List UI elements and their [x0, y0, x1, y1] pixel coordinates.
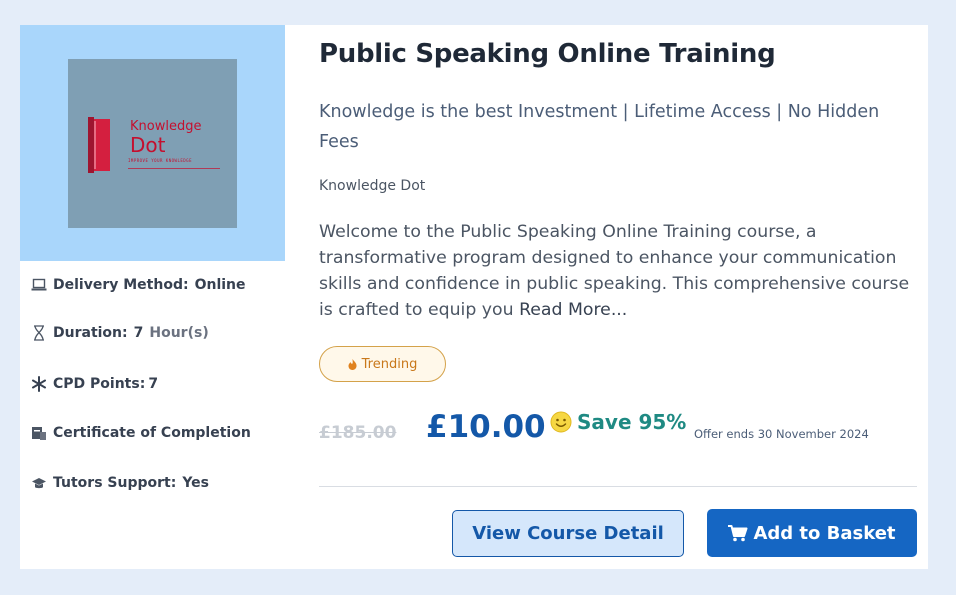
- course-card: Knowledge Dot IMPROVE YOUR KNOWLEDGE Del…: [20, 25, 928, 569]
- logo-underline: [128, 168, 220, 169]
- read-more-link[interactable]: Read More...: [519, 300, 627, 320]
- offer-ends-text: Offer ends 30 November 2024: [694, 427, 869, 441]
- graduation-cap-icon: [31, 475, 47, 491]
- course-subtitle: Knowledge is the best Investment | Lifet…: [319, 102, 880, 152]
- duration-value: 7: [133, 325, 144, 341]
- smile-icon: [550, 411, 572, 433]
- view-course-detail-label: View Course Detail: [472, 523, 664, 544]
- book-logo-icon: [88, 117, 110, 173]
- save-badge: Save 95%: [550, 410, 686, 434]
- certificate-label: Certificate of Completion: [53, 425, 251, 441]
- course-sidebar: Knowledge Dot IMPROVE YOUR KNOWLEDGE Del…: [20, 25, 285, 569]
- meta-tutor-support: Tutors Support: Yes: [31, 475, 209, 491]
- view-course-detail-button[interactable]: View Course Detail: [452, 510, 684, 557]
- tutor-label: Tutors Support:: [53, 475, 177, 491]
- divider: [319, 486, 917, 487]
- tutor-value: Yes: [182, 475, 209, 491]
- course-logo-image[interactable]: Knowledge Dot IMPROVE YOUR KNOWLEDGE: [68, 59, 237, 228]
- meta-delivery: Delivery Method: Online: [31, 277, 246, 293]
- hourglass-icon: [31, 325, 47, 341]
- meta-cpd: CPD Points: 7: [31, 376, 158, 392]
- cpd-label: CPD Points:: [53, 376, 146, 392]
- asterisk-icon: [31, 376, 47, 392]
- flame-icon: [348, 358, 357, 370]
- certificate-icon: [31, 425, 47, 441]
- logo-text-line2: Dot: [130, 133, 166, 157]
- logo-text-line1: Knowledge: [130, 119, 202, 134]
- meta-certificate: Certificate of Completion: [31, 425, 257, 441]
- course-thumbnail-area[interactable]: Knowledge Dot IMPROVE YOUR KNOWLEDGE: [20, 25, 285, 261]
- course-title[interactable]: Public Speaking Online Training: [319, 39, 776, 69]
- logo-tagline: IMPROVE YOUR KNOWLEDGE: [128, 158, 192, 163]
- cpd-value: 7: [148, 376, 159, 392]
- course-details: Public Speaking Online Training Knowledg…: [319, 25, 917, 569]
- add-to-basket-label: Add to Basket: [753, 522, 896, 544]
- badge-label: Trending: [361, 356, 418, 372]
- duration-label: Duration:: [53, 325, 128, 341]
- save-label: Save 95%: [577, 410, 687, 434]
- duration-unit: Hour(s): [149, 325, 209, 341]
- course-provider[interactable]: Knowledge Dot: [319, 178, 425, 194]
- laptop-icon: [31, 277, 47, 293]
- original-price: £185.00: [319, 423, 397, 443]
- trending-badge: Trending: [319, 346, 446, 382]
- cart-icon: [728, 524, 748, 542]
- meta-duration: Duration: 7 Hour(s): [31, 325, 209, 341]
- current-price: £10.00: [426, 409, 546, 445]
- add-to-basket-button[interactable]: Add to Basket: [707, 509, 917, 557]
- delivery-label: Delivery Method:: [53, 277, 189, 293]
- course-description: Welcome to the Public Speaking Online Tr…: [319, 219, 914, 323]
- delivery-value: Online: [194, 277, 246, 293]
